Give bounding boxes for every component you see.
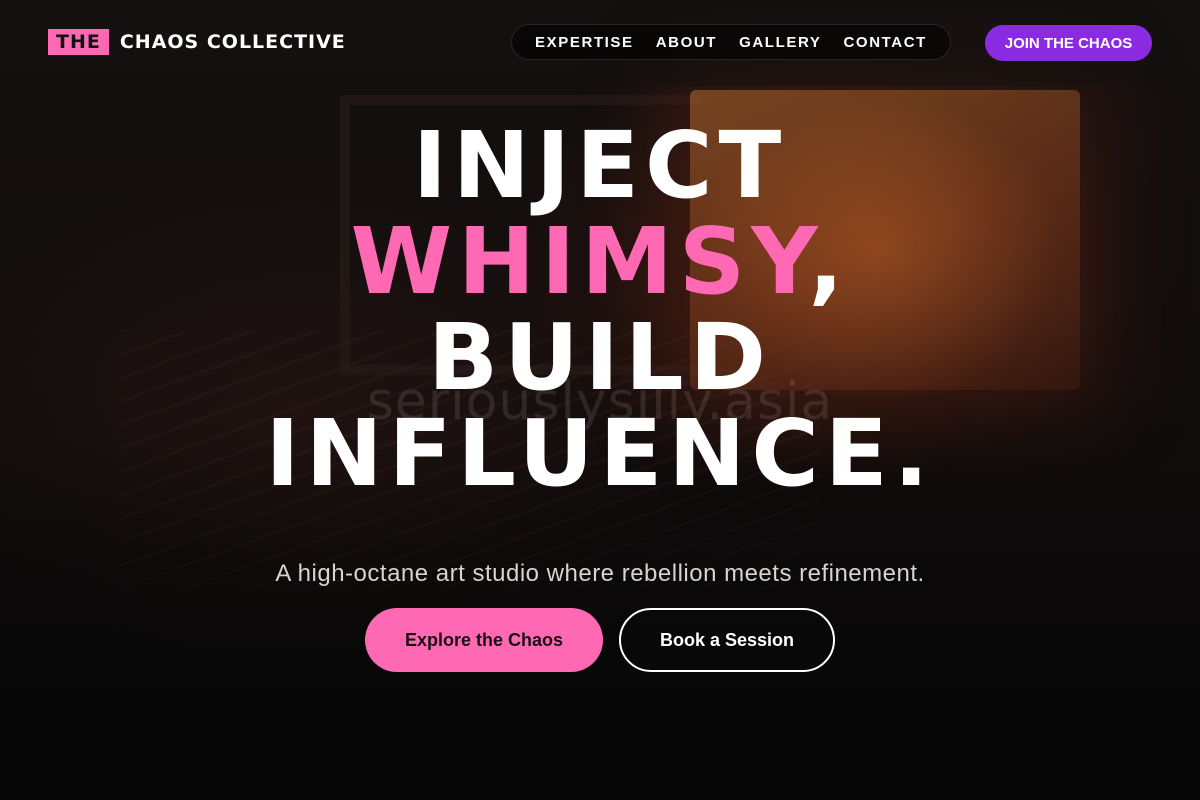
main-nav: EXPERTISE ABOUT GALLERY CONTACT [511,24,951,60]
hero-accent-word: WHIMSY [350,208,809,315]
logo[interactable]: THE CHAOS COLLECTIVE [48,29,346,55]
hero-headline: INJECT WHIMSY, BUILD INFLUENCE. [0,118,1200,502]
landing-page: seriouslysilly.asia THE CHAOS COLLECTIVE… [0,0,1200,800]
book-session-button[interactable]: Book a Session [619,608,835,672]
hero-line-2-punct: , [808,208,850,315]
hero-subtitle: A high-octane art studio where rebellion… [275,560,925,587]
logo-text: CHAOS COLLECTIVE [119,31,346,53]
logo-badge: THE [48,29,109,55]
nav-item-expertise[interactable]: EXPERTISE [535,34,634,51]
hero-line-2: WHIMSY, [0,214,1200,310]
explore-button[interactable]: Explore the Chaos [365,608,603,672]
hero-line-4: INFLUENCE. [265,400,935,507]
site-header: THE CHAOS COLLECTIVE EXPERTISE ABOUT GAL… [0,0,1200,86]
join-button[interactable]: JOIN THE CHAOS [985,25,1152,61]
hero-line-3: BUILD [427,304,773,411]
nav-item-contact[interactable]: CONTACT [844,34,927,51]
nav-item-about[interactable]: ABOUT [656,34,717,51]
hero-line-1: INJECT [412,112,788,219]
nav-item-gallery[interactable]: GALLERY [739,34,821,51]
